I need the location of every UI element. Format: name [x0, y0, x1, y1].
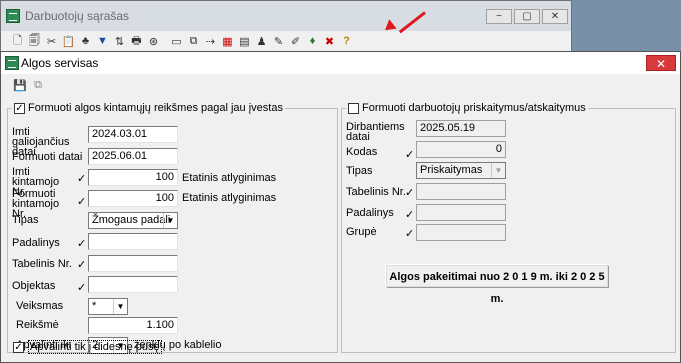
grupe-label: Grupė: [346, 226, 377, 238]
dialog-titlebar: Algos servisas ✕: [1, 52, 680, 74]
apvalinti-tik-row: ✓ Apvalinti tik į didesnę pusę: [13, 340, 162, 354]
formuoti-kintamojo-desc: Etatinis atlyginimas: [182, 192, 277, 204]
window-controls: − ▢ ✕: [486, 9, 568, 24]
checkmark-icon: ✓: [77, 173, 87, 185]
close-back-button[interactable]: ✕: [542, 9, 568, 24]
checkmark-icon: ✓: [405, 187, 415, 199]
help-icon[interactable]: ?: [338, 33, 355, 49]
dialog-toolbar: 💾 ⧉: [13, 78, 45, 92]
imti-kintamojo-input[interactable]: 100: [88, 169, 178, 186]
right-group-title: Formuoti darbuotojų priskaitymus/atskait…: [346, 102, 588, 114]
scissors-icon[interactable]: ✂: [43, 33, 60, 49]
reiksme-input[interactable]: 1.100: [88, 317, 178, 334]
imti-galiojancius-input[interactable]: 2024.03.01: [88, 126, 178, 143]
right-tabelinis-input[interactable]: [416, 183, 506, 200]
printer-icon[interactable]: 🖶: [128, 33, 145, 49]
app-icon: [6, 9, 20, 23]
edit-icon[interactable]: ✐: [287, 33, 304, 49]
dialog-icon: [5, 56, 19, 70]
tabelinis-input[interactable]: [88, 255, 178, 272]
copy-icon[interactable]: 🗐: [26, 33, 43, 49]
sort-icon[interactable]: ⇅: [111, 33, 128, 49]
export-icon[interactable]: ⇢: [202, 33, 219, 49]
chart-icon[interactable]: ▤: [236, 33, 253, 49]
calendar-icon[interactable]: ▦: [219, 33, 236, 49]
algos-pakeitimai-button[interactable]: Algos pakeitimai nuo 2 0 1 9 m. iki 2 0 …: [386, 265, 608, 305]
binoculars-icon[interactable]: ⊛: [145, 33, 162, 49]
tipas-select-value: Žmogaus padali: [92, 214, 171, 226]
employee-list-titlebar: Darbuotojų sąrašas − ▢ ✕: [1, 1, 571, 31]
tree-icon[interactable]: ♣: [77, 33, 94, 49]
main-toolbar: 🗋 🗐 ✂ 📋 ♣ ▼ ⇅ 🖶 ⊛ ▭ ⧉ ⇢ ▦ ▤ ♟ ✎ ✐ ♦ ✖ ?: [9, 32, 355, 50]
doc-icon[interactable]: ▭: [168, 33, 185, 49]
veiksmas-select[interactable]: * ▼: [88, 298, 128, 315]
left-group-label: Formuoti algos kintamųjų reikšmes pagal …: [28, 102, 283, 114]
chevron-down-icon[interactable]: ▼: [163, 213, 177, 228]
grupe-input[interactable]: [416, 224, 506, 241]
right-tipas-select-value: Priskaitymas: [420, 164, 483, 176]
apvalinti-tik-label: Apvalinti tik į didesnę pusę: [28, 340, 162, 354]
checkmark-icon: ✓: [77, 196, 87, 208]
coins-icon[interactable]: ♦: [304, 33, 321, 49]
minimize-button[interactable]: −: [486, 9, 512, 24]
chevron-down-icon[interactable]: ▼: [491, 163, 505, 178]
kodas-label: Kodas: [346, 146, 378, 158]
veiksmas-label: Veiksmas: [16, 300, 64, 312]
person-icon[interactable]: ♟: [253, 33, 270, 49]
checkmark-icon: ✓: [405, 228, 415, 240]
checkmark-icon: ✓: [405, 209, 415, 221]
formuoti-datai-label: Formuoti datai: [12, 151, 83, 163]
right-group: Formuoti darbuotojų priskaitymus/atskait…: [341, 102, 676, 353]
chevron-down-icon[interactable]: ▼: [113, 299, 127, 314]
checkmark-icon: ✓: [77, 238, 87, 250]
tipas-select[interactable]: Žmogaus padali ▼: [88, 212, 178, 229]
copy2-icon[interactable]: ⧉: [185, 33, 202, 49]
tabelinis-label: Tabelinis Nr.: [12, 258, 72, 270]
veiksmas-select-value: *: [92, 300, 97, 312]
right-tipas-select[interactable]: Priskaitymas ▼: [416, 162, 506, 179]
padalinys-label: Padalinys: [12, 237, 60, 249]
right-padalinys-input[interactable]: [416, 204, 506, 221]
right-group-checkbox[interactable]: [348, 102, 359, 114]
right-padalinys-label: Padalinys: [346, 207, 394, 219]
dirbantiems-label: Dirbantiems datai: [346, 121, 405, 143]
checkmark-icon: ✓: [77, 282, 87, 294]
formuoti-datai-input[interactable]: 2025.06.01: [88, 148, 178, 165]
copy-doc-icon[interactable]: ⧉: [31, 78, 45, 92]
right-group-label: Formuoti darbuotojų priskaitymus/atskait…: [362, 102, 586, 114]
reiksme-label: Reikšmė: [16, 319, 59, 331]
tools-icon[interactable]: ✖: [321, 33, 338, 49]
tipas-label: Tipas: [12, 214, 39, 226]
right-tabelinis-label: Tabelinis Nr.: [346, 186, 406, 198]
imti-kintamojo-desc: Etatinis atlyginimas: [182, 172, 277, 184]
kodas-input[interactable]: 0: [416, 141, 506, 158]
dialog-close-button[interactable]: ✕: [646, 55, 676, 71]
apvalinti-tik-checkbox[interactable]: ✓: [13, 341, 24, 353]
objektas-input[interactable]: [88, 276, 178, 293]
padalinys-input[interactable]: [88, 233, 178, 250]
new-icon[interactable]: 🗋: [9, 33, 26, 49]
filter-icon[interactable]: ▼: [94, 33, 111, 49]
formuoti-kintamojo-input[interactable]: 100: [88, 190, 178, 207]
checkmark-icon: ✓: [77, 259, 87, 271]
salary-service-dialog: Algos servisas ✕ 💾 ⧉ ✓ Formuoti algos ki…: [0, 51, 681, 363]
employee-list-title: Darbuotojų sąrašas: [25, 9, 130, 23]
objektas-label: Objektas: [12, 280, 56, 292]
left-group-checkbox[interactable]: ✓: [14, 102, 25, 114]
maximize-button[interactable]: ▢: [514, 9, 540, 24]
right-tipas-label: Tipas: [346, 165, 373, 177]
dialog-title: Algos servisas: [21, 56, 99, 70]
save-icon[interactable]: 💾: [13, 78, 27, 92]
sign-icon[interactable]: ✎: [270, 33, 287, 49]
left-group: ✓ Formuoti algos kintamųjų reikšmes paga…: [7, 102, 338, 354]
dirbantiems-input[interactable]: 2025.05.19: [416, 120, 506, 137]
left-group-title: ✓ Formuoti algos kintamųjų reikšmes paga…: [12, 102, 285, 114]
checkmark-icon: ✓: [405, 149, 415, 161]
paste-icon[interactable]: 📋: [60, 33, 77, 49]
